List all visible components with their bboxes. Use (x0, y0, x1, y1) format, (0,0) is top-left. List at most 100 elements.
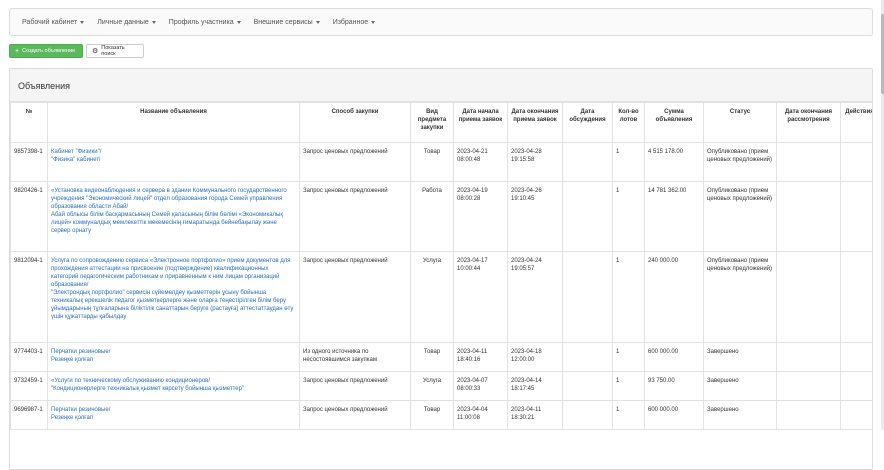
column-header[interactable]: Дата окончания приема заявок (507, 102, 563, 143)
status: Завершено (703, 371, 777, 401)
panel-header: Объявления (10, 69, 872, 102)
announcement-link[interactable]: Абай облысы білім басқармасының Семей қа… (51, 211, 296, 235)
row-id: 9696987-1 (10, 400, 48, 430)
nav-item-favorites[interactable]: Избранное (332, 18, 376, 26)
purchase-method: Запрос ценовых предложений (299, 251, 411, 343)
nav-item-external-services[interactable]: Внешние сервисы (254, 19, 320, 26)
announcement-link[interactable]: Перчатки резиновые/ (51, 406, 296, 414)
panel-title: Объявления (18, 81, 71, 91)
announcement-link[interactable]: "Электрондық портфолио" сервисін сүйемел… (51, 289, 296, 321)
review-end-date (776, 142, 841, 182)
end-date: 2023-04-11 18:30:21 (507, 400, 563, 430)
column-header[interactable]: Кол-во лотов (612, 102, 645, 143)
announcement-name: Перчатки резиновые/ Резеңке қолғап (47, 342, 300, 372)
table-row: 9857398-1 Кабинет "Физики"/ "Физика" каб… (10, 142, 872, 182)
nav-item-work-cabinet[interactable]: Рабочий кабинет (22, 18, 85, 26)
end-date: 2023-04-28 19:15:58 (507, 142, 563, 182)
announcement-link[interactable]: «Установка видеонаблюдения и сервера в з… (51, 187, 296, 211)
announcements-panel: Объявления № Название объявления Способ … (9, 68, 873, 470)
actions-cell[interactable] (840, 400, 872, 430)
discussion-date (562, 251, 613, 343)
nav-item-label: Избранное (332, 18, 369, 26)
actions-cell[interactable] (840, 251, 872, 343)
discussion-date (562, 342, 613, 372)
discussion-date (562, 181, 613, 252)
subject-type: Работа (410, 181, 454, 252)
caret-down-icon (80, 20, 85, 24)
start-date: 2023-04-11 18:40:16 (453, 342, 508, 372)
column-header[interactable]: Статус (703, 102, 777, 143)
caret-down-icon (371, 20, 376, 24)
start-date: 2023-04-04 11:00:08 (453, 400, 508, 430)
column-header[interactable]: Дата начала приема заявок (453, 102, 508, 143)
column-header[interactable]: № (10, 102, 48, 143)
announcement-link[interactable]: Услуга по сопровождению сервиса «Электро… (51, 257, 296, 289)
row-id: 9732459-1 (10, 371, 48, 401)
announcement-sum: 93 750.00 (644, 371, 704, 401)
announcement-name: Перчатки резиновые/ Резеңке қолғап (47, 400, 300, 430)
start-date: 2023-04-19 08:00:28 (453, 181, 508, 252)
end-date: 2023-04-26 19:10:45 (507, 181, 563, 252)
column-header[interactable]: Название объявления (47, 102, 300, 143)
actions-cell[interactable] (840, 142, 872, 182)
column-header[interactable]: Способ закупки (299, 102, 411, 143)
review-end-date (776, 400, 841, 430)
announcement-link[interactable]: «Услуги по техническому обслуживанию кон… (51, 377, 296, 385)
lots-count: 1 (612, 371, 645, 401)
actions-cell[interactable] (840, 342, 872, 372)
announcement-link[interactable]: Кабинет "Физики"/ (51, 148, 296, 156)
row-id: 9857398-1 (10, 142, 48, 182)
subject-type: Товар (410, 342, 454, 372)
nav-item-label: Личные данные (97, 18, 149, 26)
table-row: 9696987-1 Перчатки резиновые/ Резеңке қо… (10, 400, 872, 430)
caret-down-icon (315, 20, 320, 24)
review-end-date (776, 251, 841, 343)
announcement-link[interactable]: Перчатки резиновые/ (51, 348, 296, 356)
table-row: 9774403-1 Перчатки резиновые/ Резеңке қо… (10, 342, 872, 372)
review-end-date (776, 181, 841, 252)
show-search-button[interactable]: ⚙ Показать поиск (86, 44, 144, 58)
subject-type: Товар (410, 400, 454, 430)
purchase-method: Запрос ценовых предложений (299, 400, 411, 430)
nav-item-participant-profile[interactable]: Профиль участника (169, 19, 241, 26)
purchase-method: Запрос ценовых предложений (299, 181, 411, 252)
announcements-table: № Название объявления Способ закупки Вид… (10, 102, 872, 430)
lots-count: 1 (612, 342, 645, 372)
start-date: 2023-04-07 08:00:33 (453, 371, 508, 401)
announcement-link[interactable]: "Физика" кабинеті (51, 156, 296, 164)
create-announcement-button[interactable]: + Создать объявление (9, 44, 83, 58)
purchase-method: Запрос ценовых предложений (299, 142, 411, 182)
announcement-sum: 14 781 362.00 (644, 181, 704, 252)
table-header-row: № Название объявления Способ закупки Вид… (10, 102, 872, 143)
lots-count: 1 (612, 400, 645, 430)
gear-icon: ⚙ (92, 47, 99, 55)
subject-type: Услуга (410, 371, 454, 401)
column-header[interactable]: Дата окончания рассмотрения (776, 102, 841, 143)
purchase-method: Запрос ценовых предложений (299, 371, 411, 401)
nav-item-personal-data[interactable]: Личные данные (97, 19, 156, 26)
column-header[interactable]: Действия (840, 102, 872, 143)
status: Опубликовано (прием ценовых предложений) (703, 142, 777, 182)
announcement-name: Услуга по сопровождению сервиса «Электро… (47, 251, 300, 343)
lots-count: 1 (612, 181, 645, 252)
status: Завершено (703, 342, 777, 372)
table-row: 9820426-1 «Установка видеонаблюдения и с… (10, 181, 872, 252)
row-id: 9774403-1 (10, 342, 48, 372)
actions-cell[interactable] (840, 371, 872, 401)
subject-type: Товар (410, 142, 454, 182)
end-date: 2023-04-14 18:17:45 (507, 371, 563, 401)
status: Завершено (703, 400, 777, 430)
actions-cell[interactable] (840, 181, 872, 252)
column-header[interactable]: Дата обсуждения (562, 102, 613, 143)
status: Опубликовано (прием ценовых предложений) (703, 181, 777, 252)
column-header[interactable]: Сумма объявления (644, 102, 704, 143)
purchase-method: Из одного источника по несостоявшимся за… (299, 342, 411, 372)
announcement-link[interactable]: Резеңке қолғап (51, 356, 296, 364)
announcement-link[interactable]: "Кондиционерлерге техникалық қызмет көрс… (51, 385, 296, 393)
announcement-link[interactable]: Резеңке қолғап (51, 414, 296, 422)
end-date: 2023-04-24 19:05:57 (507, 251, 563, 343)
plus-icon: + (15, 47, 20, 55)
table-row: 9732459-1 «Услуги по техническому обслуж… (10, 371, 872, 401)
column-header[interactable]: Вид предмета закупки (410, 102, 454, 143)
nav-item-label: Рабочий кабинет (22, 18, 78, 26)
